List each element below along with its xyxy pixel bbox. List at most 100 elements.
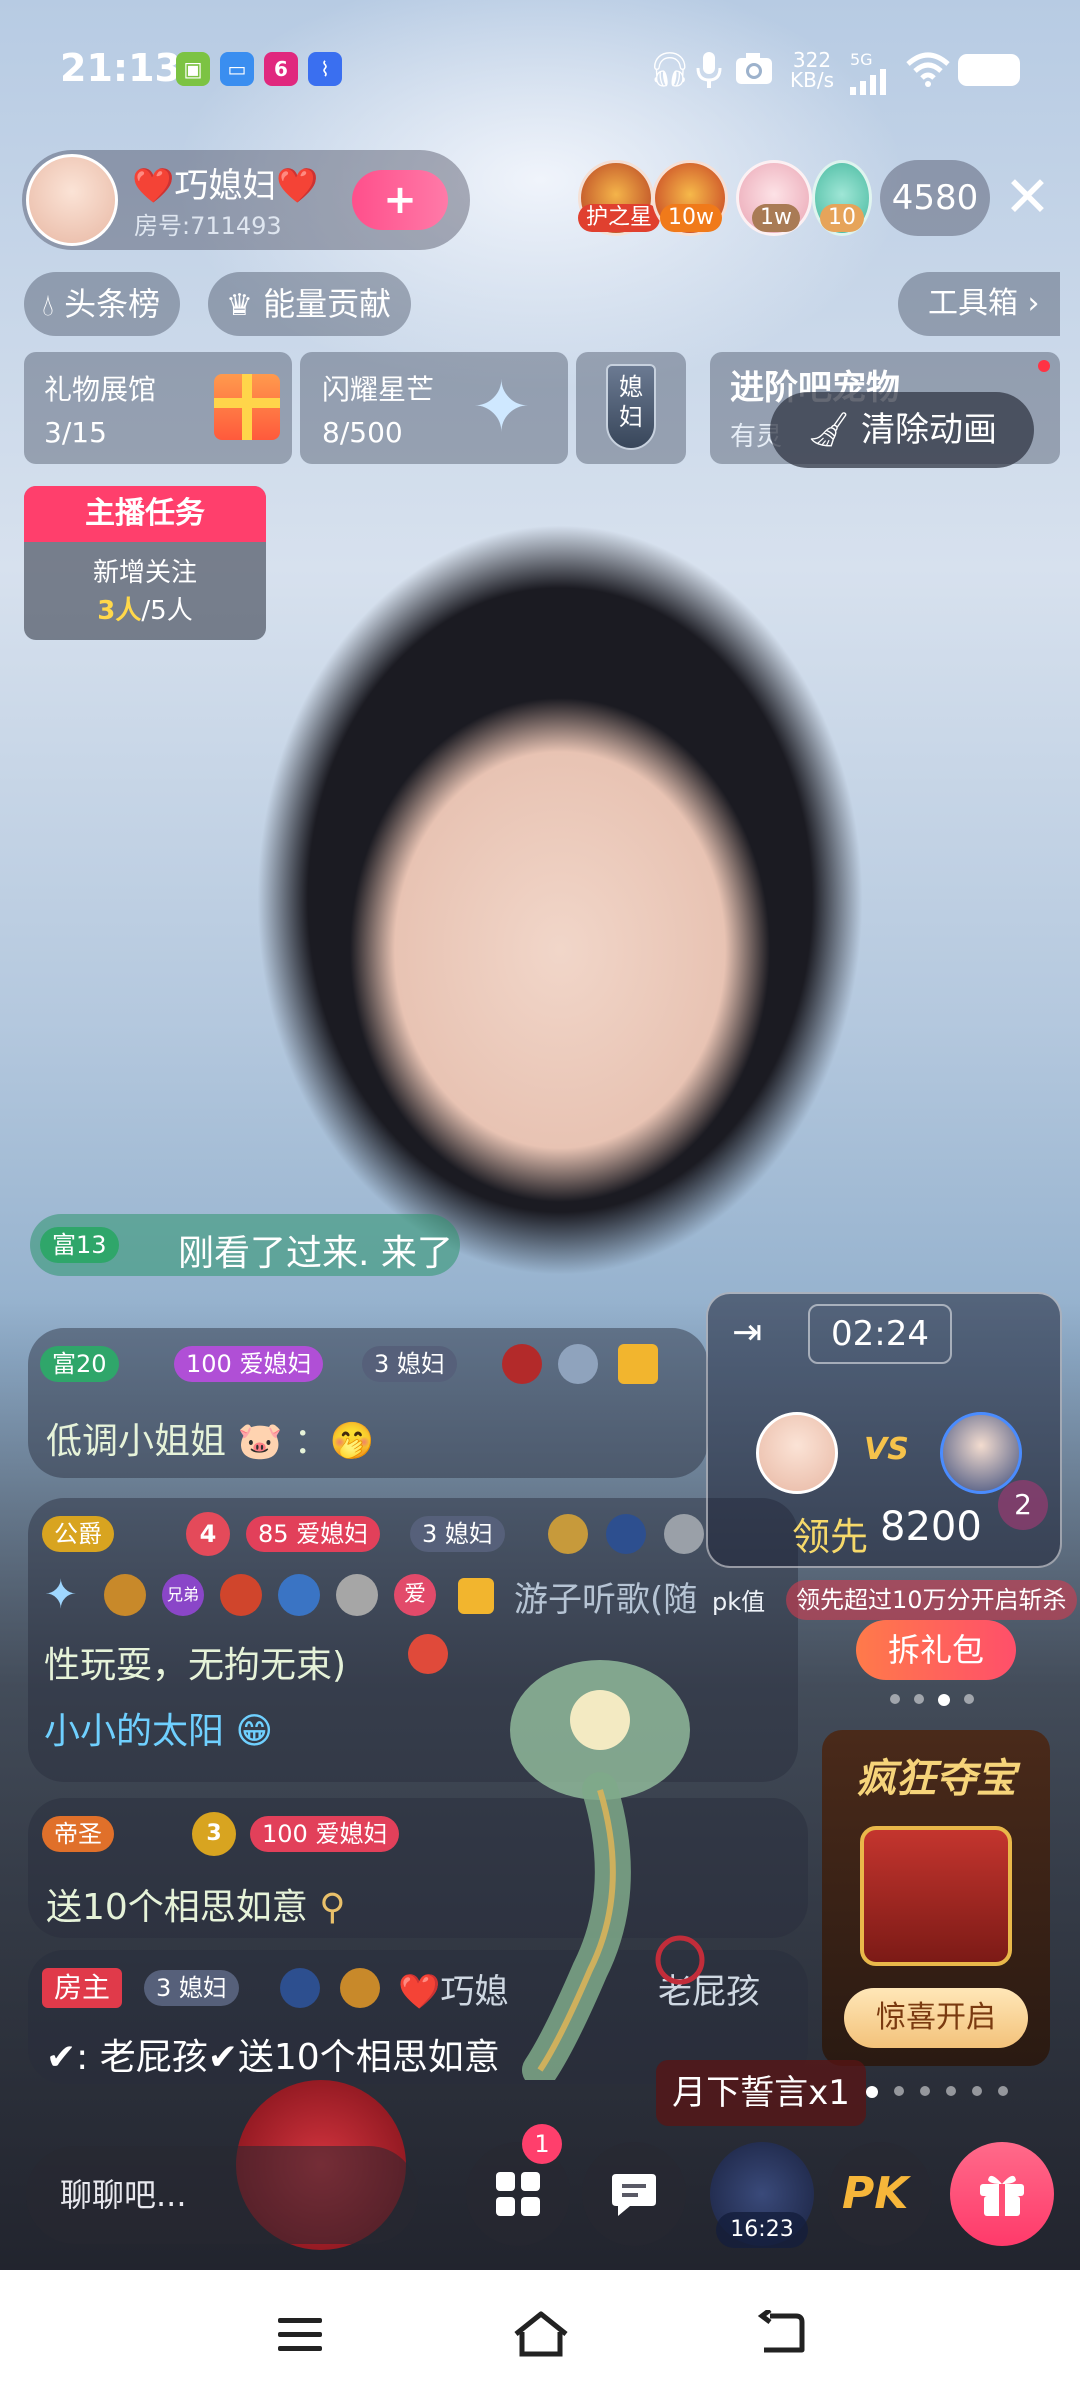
gift-button[interactable] [950, 2142, 1054, 2246]
viewer-badge: 10w [660, 204, 722, 232]
chat-message: 富13 刚看了过来. 来了 [30, 1214, 460, 1276]
menu-icon[interactable] [276, 2314, 324, 2354]
compass-medal-icon [280, 1968, 320, 2008]
app-icon-link: ⌇ [308, 52, 342, 86]
chat-text: 低调小姐姐 🐷 ：🤭 [46, 1421, 375, 1462]
viewer-count[interactable]: 4580 [880, 160, 990, 236]
ruyi-gift-icon: ⚲ [319, 1887, 346, 1928]
round-badge: 2 [998, 1480, 1048, 1530]
group-tag-badge: 3 媳妇 [144, 1970, 239, 2006]
droplet-icon: 💧︎ [42, 288, 54, 323]
star-medal-icon [558, 1344, 598, 1384]
dragon-medal-icon [502, 1344, 542, 1384]
system-nav-bar [0, 2270, 1080, 2400]
pk-panel[interactable]: ⇥ 02:24 VS 领先 8200 2 [706, 1292, 1062, 1568]
crazy-treasure-card[interactable]: 疯狂夺宝 惊喜开启 [822, 1730, 1050, 2066]
chat-input[interactable]: 聊聊吧... [26, 2146, 418, 2244]
app-icon-6room: 6 [264, 52, 298, 86]
app-icon-blue: ▭ [220, 52, 254, 86]
broom-icon: 🧹︎ [807, 410, 851, 450]
gift-hall-tile[interactable]: 礼物展馆 3/15 [24, 352, 292, 464]
notification-dot [1038, 360, 1050, 372]
gift-box-icon [214, 374, 280, 440]
pk-icon: PK [842, 2168, 909, 2219]
toolbox-button[interactable]: 工具箱 › [898, 272, 1060, 336]
opponent-avatar[interactable] [940, 1412, 1022, 1494]
exit-pk-icon[interactable]: ⇥ [732, 1312, 762, 1353]
viewer-badge: 10 [820, 204, 864, 232]
pk-rule-text: 领先超过10万分开启斩杀 [786, 1580, 1077, 1620]
back-icon[interactable] [756, 2310, 806, 2356]
brother-medal-icon: 兄弟 [162, 1574, 204, 1616]
host-avatar[interactable] [26, 154, 118, 246]
close-icon: ✕ [1004, 165, 1051, 230]
surprise-open-button[interactable]: 惊喜开启 [844, 1988, 1028, 2048]
compass-medal-icon [606, 1514, 646, 1554]
battery-icon [958, 54, 1020, 86]
countdown-timer: 16:23 [716, 2212, 808, 2248]
heart-shield-icon [278, 1574, 320, 1616]
group-tag-badge: 3 媳妇 [362, 1346, 457, 1382]
unpack-gift-button[interactable]: 拆礼包 [856, 1620, 1016, 1680]
level-badge: 3 [192, 1812, 236, 1856]
crown-medal-icon [548, 1514, 588, 1554]
sparkle-icon: ✦ [44, 1572, 78, 1618]
message-button[interactable] [582, 2142, 686, 2246]
viewer-badge: 护之星 [578, 204, 661, 232]
chat-message: 富20 100 爱媳妇 3 媳妇 低调小姐姐 🐷 ：🤭 [28, 1328, 708, 1478]
fan-level-badge: 100 爱媳妇 [174, 1346, 324, 1382]
room-number: 房号:711493 [134, 212, 282, 240]
microphone-icon [694, 50, 724, 99]
chevron-right-icon: › [1027, 286, 1040, 321]
grid-icon [496, 2172, 540, 2216]
medal-icon [104, 1574, 146, 1616]
vs-label: VS [864, 1432, 909, 1467]
lion-medal-icon [220, 1574, 262, 1616]
fan-badge-tile[interactable]: 媳 妇 [576, 352, 686, 464]
follow-button[interactable]: + [352, 170, 448, 230]
wifi-icon [906, 52, 950, 92]
silver-medal-icon [336, 1574, 378, 1616]
camera-icon [734, 50, 774, 95]
gift-medal-icon [408, 1634, 448, 1674]
clock: 21:13 [60, 46, 181, 90]
home-icon[interactable] [512, 2310, 570, 2358]
fan-level-badge: 100 爱媳妇 [250, 1816, 400, 1852]
notification-badge: 1 [522, 2124, 562, 2164]
gift-icon [980, 2175, 1024, 2216]
gift-toast: 月下誓言x1 [656, 2060, 866, 2126]
fan-badge-icon: 媳 妇 [606, 364, 656, 450]
love-badge: 爱 [394, 1574, 436, 1616]
rank-badge: 公爵 [42, 1516, 114, 1552]
network-speed: 322 KB/s [790, 48, 834, 92]
room-owner-badge: 房主 [42, 1968, 123, 2008]
crown-icon: ♛ [226, 288, 253, 323]
host-avatar[interactable] [756, 1412, 838, 1494]
pk-value-label: pk值 [712, 1588, 766, 1616]
star-icon: ✦ [472, 366, 531, 448]
chat-username[interactable]: 游子听歌(随 [514, 1572, 697, 1621]
shining-star-tile[interactable]: 闪耀星芒 8/500 ✦ [300, 352, 568, 464]
pager-dots [890, 1694, 1000, 1708]
profile-card-icon [618, 1344, 658, 1384]
fan-level-badge: 85 爱媳妇 [246, 1516, 381, 1552]
chat-bubble-icon [612, 2174, 656, 2216]
pager-dots [866, 2086, 1016, 2100]
close-button[interactable]: ✕ [1004, 160, 1051, 236]
pk-button[interactable]: PK [828, 2142, 932, 2246]
viewer-badge: 1w [752, 204, 800, 232]
status-bar: 21:13 ▣ ▭ 6 ⌇ 🎧︎ 322 KB/s 5G [0, 0, 1080, 140]
energy-contribution-button[interactable]: ♛ 能量贡献 [208, 272, 412, 336]
plus-icon: + [383, 177, 417, 223]
treasure-chest-icon [860, 1826, 1012, 1966]
headline-rank-button[interactable]: 💧︎ 头条榜 [24, 272, 181, 336]
chat-text: 送10个相思如意 ⚲ [46, 1887, 346, 1928]
piggy-emoji-icon: 🐷 [237, 1421, 283, 1462]
app-icon-green: ▣ [176, 52, 210, 86]
lead-score: 8200 [880, 1504, 982, 1550]
spiral-medal-icon [664, 1514, 704, 1554]
clear-animation-button[interactable]: 🧹︎ 清除动画 [770, 392, 1034, 468]
medal-icon [340, 1968, 380, 2008]
host-task-card[interactable]: 主播任务 新增关注 3人/5人 [24, 486, 266, 640]
signal-icon: 5G [850, 50, 890, 99]
